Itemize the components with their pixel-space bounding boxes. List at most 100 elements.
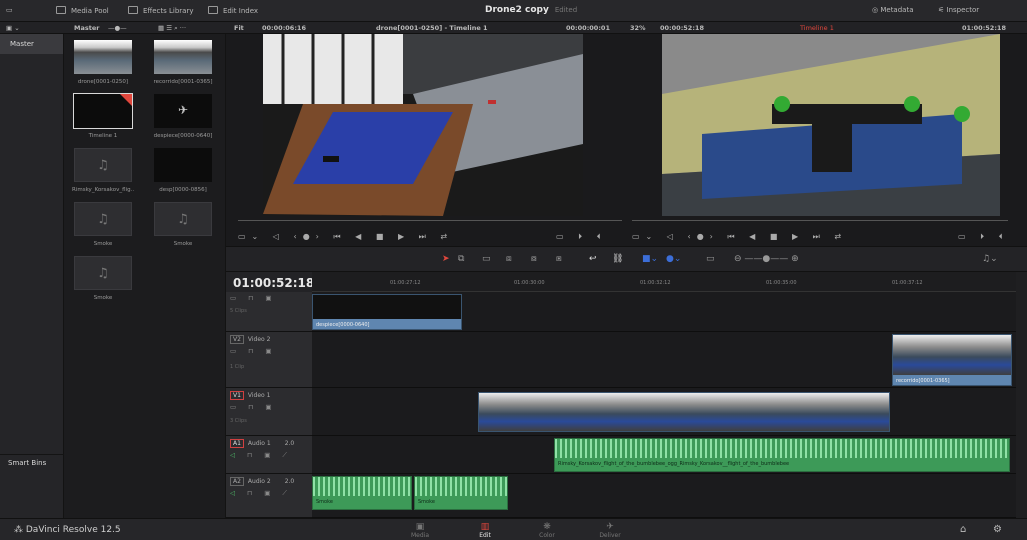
view-options-icon[interactable]: ▭ [706, 254, 715, 264]
timeline-viewer[interactable] [662, 34, 1000, 216]
source-scrubber[interactable] [238, 220, 622, 225]
track-controls[interactable]: ▭ ⊓ ▣ [230, 403, 277, 411]
thumbnail-size-slider[interactable]: —●— [108, 24, 127, 32]
track-controls[interactable]: ◁ ⊓ ▣ ⟋ [230, 451, 292, 460]
clip-count: 1 Clip [230, 364, 245, 370]
workspace-icon[interactable]: ▭ [6, 6, 13, 14]
timeline-ruler[interactable]: 01:00:27:12 01:00:30:00 01:00:32:12 01:0… [312, 272, 1016, 292]
insert-clip-icon[interactable]: ⧈ [506, 254, 512, 264]
zoom-slider[interactable]: ⊖ ——●—— ⊕ [734, 254, 799, 264]
record-timecode: 01:00:52:18 [962, 24, 1006, 32]
overwrite-clip-icon[interactable]: ⧇ [531, 254, 537, 264]
clip-label: Smoke [93, 295, 113, 301]
effects-library-label: Effects Library [143, 7, 194, 15]
page-color[interactable]: ❋ Color [527, 522, 567, 539]
media-clip[interactable]: desp[0000-0856] [152, 148, 214, 193]
media-pool-icon [56, 6, 66, 14]
track-header-a1[interactable]: A1 Audio 1 2.0 ◁ ⊓ ▣ ⟋ [226, 436, 312, 474]
smart-bins-header[interactable]: Smart Bins [0, 454, 64, 471]
track-tag: V1 [230, 391, 244, 400]
media-clip[interactable]: Rimsky_Korsakov_flig... [72, 148, 134, 193]
page-edit[interactable]: ▥ Edit [465, 522, 505, 539]
media-clip[interactable]: Smoke [152, 202, 214, 247]
track-controls[interactable]: ▭ ⊓ ▣ [230, 294, 277, 302]
track-header-v3[interactable]: ▭ ⊓ ▣ 5 Clips [226, 292, 312, 332]
metadata-toggle[interactable]: ◎ Metadata [872, 6, 914, 14]
page-media[interactable]: ▣ Media [400, 522, 440, 539]
clip-thumbnail [154, 148, 212, 182]
gear-icon[interactable]: ⚙ [993, 524, 1002, 535]
track-controls[interactable]: ▭ ⊓ ▣ [230, 347, 277, 355]
media-clip[interactable]: recorrido[0001-0365] [152, 40, 214, 85]
clip-filmstrip [893, 335, 1011, 375]
timeline-scrollbar[interactable] [1016, 272, 1027, 518]
inspector-toggle[interactable]: ⚟ Inspector [938, 6, 979, 14]
ruler-tick-label: 01:00:35:00 [766, 280, 797, 286]
edit-index-label: Edit Index [223, 7, 259, 15]
track-header-a2[interactable]: A2 Audio 2 2.0 ◁ ⊓ ▣ ⟋ [226, 474, 312, 518]
source-duration: 00:00:06:16 [262, 24, 306, 32]
trim-tool-icon[interactable]: ⧉ [458, 254, 464, 264]
flag-icon[interactable]: ■⌄ [642, 254, 658, 264]
source-viewer[interactable] [263, 34, 583, 216]
track-label: Audio 1 [247, 440, 271, 447]
media-clip[interactable]: Smoke [72, 256, 134, 301]
timeline-edit-buttons[interactable]: ▭ ⏵ ⏴ [958, 232, 1009, 242]
clip-label: Rimsky_Korsakov_flig... [72, 187, 134, 193]
home-icon[interactable]: ⌂ [960, 524, 966, 535]
audio-waveform [313, 477, 411, 497]
timeline-clip[interactable] [478, 392, 890, 432]
record-zoom-select[interactable]: 32% [630, 24, 646, 32]
track-channels: 2.0 [284, 478, 295, 485]
media-clip[interactable]: Smoke [72, 202, 134, 247]
timeline-clip[interactable]: recorrido[0001-0365] [892, 334, 1012, 386]
audio-meter-icon[interactable]: ♫⌄ [982, 254, 998, 264]
marker-icon[interactable]: ●⌄ [666, 254, 681, 264]
media-clip[interactable]: despiece[0000-0640] [152, 94, 214, 139]
clip-count: 5 Clips [230, 308, 247, 314]
view-mode-icons[interactable]: ▦ ☰ ⌕ ··· [158, 24, 186, 33]
source-transport-controls[interactable]: ▭⌄ ◁ ‹●› ⏮ ◀ ■ ▶ ⏭ ⇄ [238, 232, 453, 242]
media-clip[interactable]: drone[0001-0250] [72, 40, 134, 85]
timeline-tracks[interactable]: despiece[0000-0640] recorrido[0001-0365]… [312, 292, 1016, 518]
timeline-transport-controls[interactable]: ▭⌄ ◁ ‹●› ⏮ ◀ ■ ▶ ⏭ ⇄ [632, 232, 847, 242]
replace-clip-icon[interactable]: ⧆ [556, 254, 562, 264]
timeline-audio-clip[interactable]: Smoke [312, 476, 412, 510]
selection-tool-icon[interactable]: ➤ [442, 254, 450, 264]
track-header-v2[interactable]: V2 Video 2 ▭ ⊓ ▣ 1 Clip [226, 332, 312, 388]
timeline-scrubber[interactable] [632, 220, 1008, 225]
media-clip[interactable]: Timeline 1 [72, 93, 134, 139]
timeline-audio-clip[interactable]: Smoke [414, 476, 508, 510]
edit-index-toggle[interactable]: Edit Index [208, 6, 258, 15]
media-pool-toggle[interactable]: Media Pool [56, 6, 109, 15]
track-header-v1[interactable]: V1 Video 1 ▭ ⊓ ▣ 3 Clips [226, 388, 312, 436]
track-channels: 2.0 [284, 440, 295, 447]
track-controls[interactable]: ◁ ⊓ ▣ ⟋ [230, 489, 292, 498]
source-zoom-select[interactable]: Fit [234, 24, 244, 32]
effects-library-toggle[interactable]: Effects Library [128, 6, 194, 15]
timeline-audio-clip[interactable]: Rimsky_Korsakov_flight_of_the_bumblebee_… [554, 438, 1010, 472]
clip-name: Smoke [418, 499, 435, 505]
bin-master[interactable]: Master [0, 34, 63, 54]
track-name: A1 Audio 1 2.0 [230, 439, 294, 448]
clip-name: Rimsky_Korsakov_flight_of_the_bumblebee_… [558, 461, 790, 467]
clip-name: despiece[0000-0640] [316, 322, 370, 328]
snapping-icon[interactable]: ↩ [589, 254, 597, 264]
link-icon[interactable]: ⛓ [612, 254, 623, 264]
track-v2: recorrido[0001-0365] [312, 332, 1016, 388]
blade-tool-icon[interactable]: ▭ [482, 254, 491, 264]
page-label: Media [410, 532, 430, 539]
clip-label: recorrido[0001-0365] [153, 79, 213, 85]
layout-icon[interactable]: ▣ ⌄ [6, 24, 20, 32]
ruler-tick-label: 01:00:27:12 [390, 280, 421, 286]
audio-clip-icon [74, 256, 132, 290]
source-edit-buttons[interactable]: ▭ ⏵ ⏴ [556, 232, 607, 242]
clip-name: Smoke [316, 499, 333, 505]
clip-thumbnail [154, 40, 212, 74]
track-label: Audio 2 [247, 478, 271, 485]
timeline-select[interactable]: Timeline 1 [800, 24, 834, 32]
timeline-frame [662, 34, 1000, 216]
timeline-clip[interactable]: despiece[0000-0640] [312, 294, 462, 330]
color-page-icon: ❋ [543, 522, 551, 532]
page-deliver[interactable]: ✈ Deliver [590, 522, 630, 539]
